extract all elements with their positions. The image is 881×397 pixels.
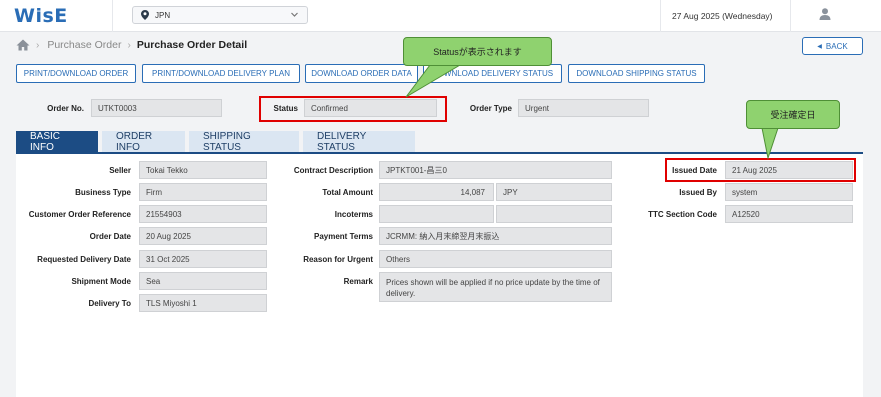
status-callout-text: Statusが表示されます: [433, 47, 522, 57]
issued-date-callout-text: 受注確定日: [770, 110, 816, 120]
status-callout: Statusが表示されます: [403, 37, 552, 66]
issued-date-callout: 受注確定日: [746, 100, 840, 129]
status-callout-pointer: [405, 64, 462, 98]
issued-callout-pointer: [761, 127, 779, 160]
